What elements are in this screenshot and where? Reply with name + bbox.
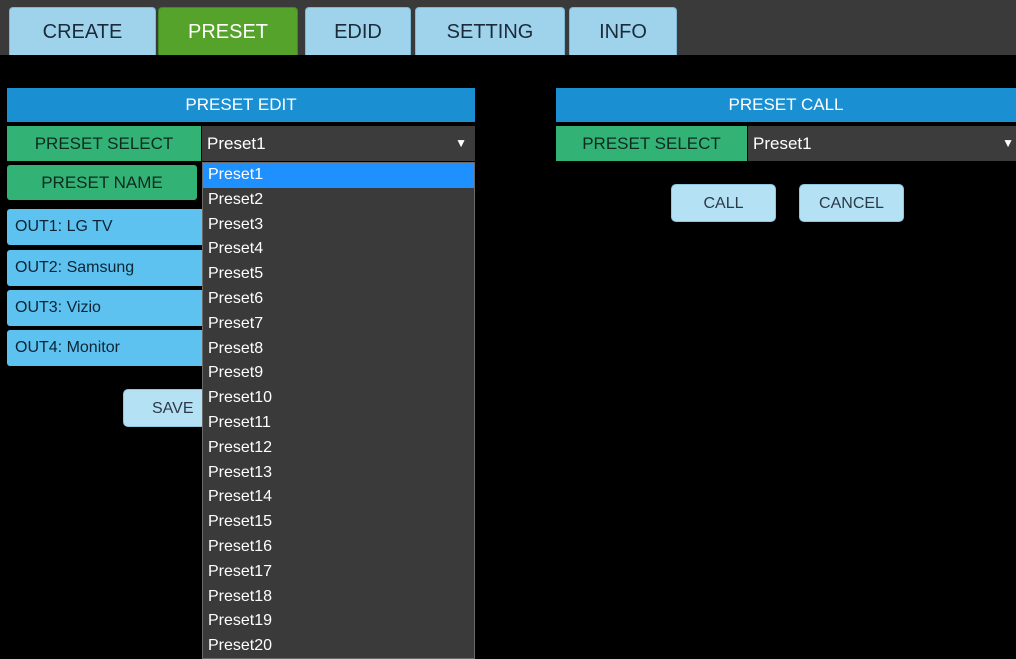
dropdown-option[interactable]: Preset5: [203, 262, 474, 287]
dropdown-option[interactable]: Preset6: [203, 287, 474, 312]
dropdown-option[interactable]: Preset14: [203, 485, 474, 510]
preset-name-label: PRESET NAME: [7, 165, 197, 200]
output-item-4[interactable]: OUT4: Monitor: [7, 330, 205, 366]
dropdown-option[interactable]: Preset8: [203, 337, 474, 362]
output-item-3[interactable]: OUT3: Vizio: [7, 290, 205, 326]
tab-preset[interactable]: PRESET: [158, 7, 298, 55]
dropdown-option[interactable]: Preset11: [203, 411, 474, 436]
preset-call-select-label: PRESET SELECT: [556, 126, 747, 161]
tab-setting[interactable]: SETTING: [415, 7, 565, 55]
dropdown-option[interactable]: Preset19: [203, 609, 474, 634]
output-item-2[interactable]: OUT2: Samsung: [7, 250, 205, 286]
dropdown-option[interactable]: Preset20: [203, 634, 474, 658]
dropdown-option[interactable]: Preset16: [203, 535, 474, 560]
dropdown-option[interactable]: Preset12: [203, 436, 474, 461]
preset-call-select[interactable]: Preset1 ▼: [748, 126, 1016, 161]
dropdown-option[interactable]: Preset18: [203, 585, 474, 610]
dropdown-option[interactable]: Preset15: [203, 510, 474, 535]
call-button[interactable]: CALL: [671, 184, 776, 222]
dropdown-option[interactable]: Preset10: [203, 386, 474, 411]
tab-info[interactable]: INFO: [569, 7, 677, 55]
chevron-down-icon: ▼: [455, 136, 467, 150]
top-tab-bar: CREATE PRESET EDID SETTING INFO: [0, 0, 1016, 55]
dropdown-option[interactable]: Preset2: [203, 188, 474, 213]
preset-select-label: PRESET SELECT: [7, 126, 201, 161]
chevron-down-icon: ▼: [1002, 136, 1014, 150]
dropdown-option[interactable]: Preset4: [203, 237, 474, 262]
preset-edit-select-value: Preset1: [207, 134, 266, 153]
dropdown-option[interactable]: Preset13: [203, 461, 474, 486]
tab-create[interactable]: CREATE: [9, 7, 156, 55]
dropdown-option[interactable]: Preset9: [203, 361, 474, 386]
preset-edit-header: PRESET EDIT: [7, 88, 475, 122]
dropdown-option[interactable]: Preset7: [203, 312, 474, 337]
preset-edit-select[interactable]: Preset1 ▼: [202, 126, 475, 161]
dropdown-option[interactable]: Preset3: [203, 213, 474, 238]
output-item-1[interactable]: OUT1: LG TV: [7, 209, 205, 245]
preset-call-header: PRESET CALL: [556, 88, 1016, 122]
tab-edid[interactable]: EDID: [305, 7, 411, 55]
dropdown-option[interactable]: Preset1: [203, 163, 474, 188]
preset-call-select-value: Preset1: [753, 134, 812, 153]
cancel-button[interactable]: CANCEL: [799, 184, 904, 222]
dropdown-option[interactable]: Preset17: [203, 560, 474, 585]
preset-dropdown-list[interactable]: Preset1 Preset2 Preset3 Preset4 Preset5 Prese…: [202, 162, 475, 659]
